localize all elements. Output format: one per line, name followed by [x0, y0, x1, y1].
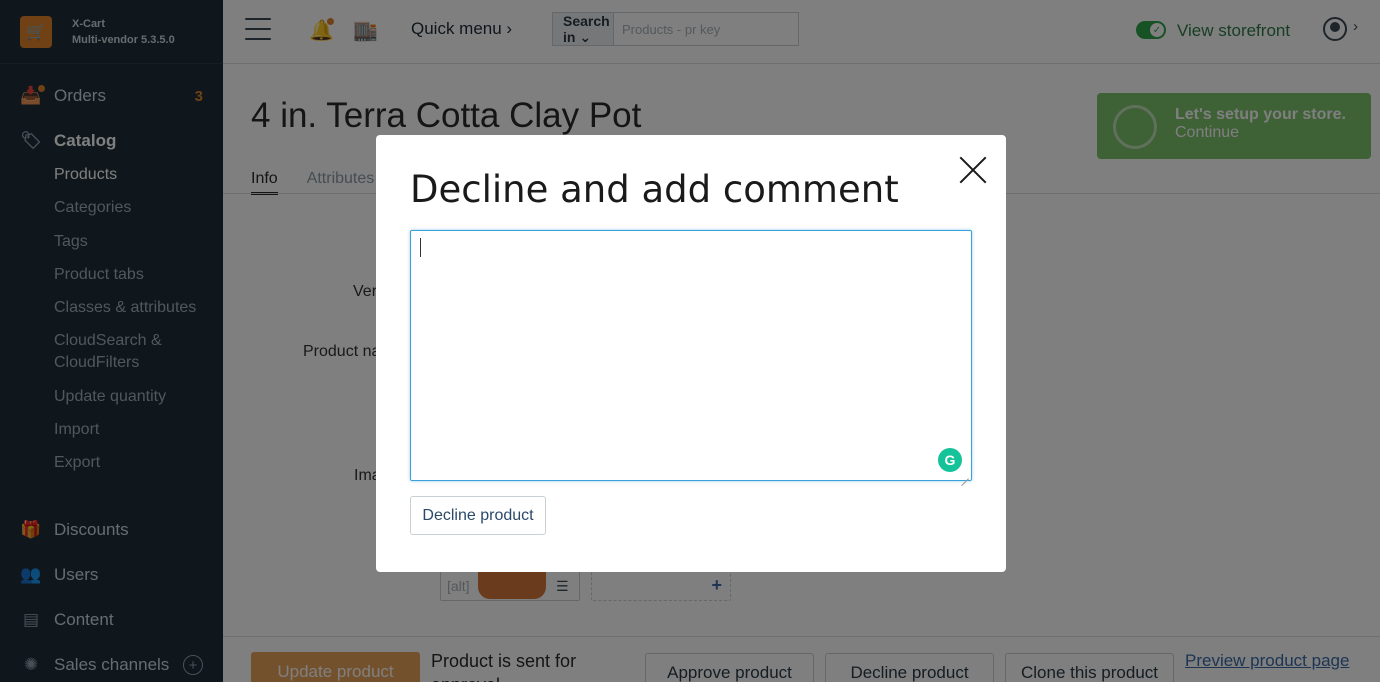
resize-handle-icon[interactable]: [959, 469, 969, 479]
decline-comment-textarea[interactable]: [410, 230, 972, 481]
decline-modal: Decline and add comment G Decline produc…: [376, 135, 1006, 572]
text-cursor: [420, 238, 421, 257]
modal-title: Decline and add comment: [410, 168, 899, 211]
close-icon[interactable]: [959, 156, 987, 184]
decline-product-button[interactable]: Decline product: [410, 496, 546, 535]
